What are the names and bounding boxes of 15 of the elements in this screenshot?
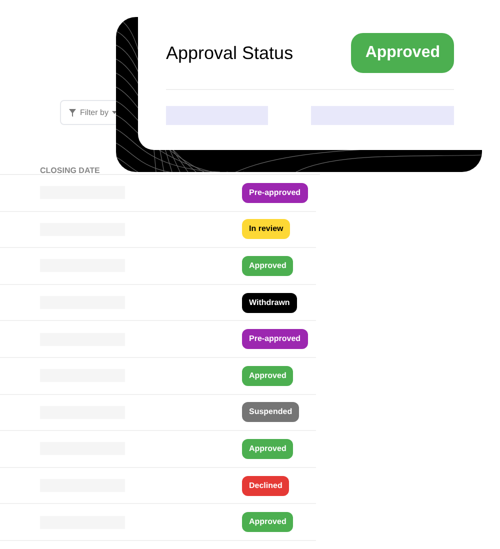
status-badge: Pre-approved bbox=[242, 329, 308, 350]
status-badge: Approved bbox=[242, 438, 294, 459]
status-badge: Approved bbox=[242, 366, 294, 386]
column-header: CLOSING DATE bbox=[40, 166, 100, 175]
status-badge: Declined bbox=[242, 476, 290, 496]
status-badge: Approved bbox=[242, 256, 294, 276]
card-title: Approval Status bbox=[166, 42, 294, 65]
status-badge: Pre-approved bbox=[242, 182, 308, 203]
status-badge: Suspended bbox=[242, 402, 300, 422]
status-badge: Approved bbox=[242, 512, 294, 532]
status-badge: Withdrawn bbox=[242, 292, 297, 313]
status-badge: In review bbox=[242, 219, 290, 240]
filter-icon bbox=[69, 108, 76, 116]
caret-icon bbox=[112, 111, 118, 114]
status-badge: Approved bbox=[351, 33, 454, 73]
